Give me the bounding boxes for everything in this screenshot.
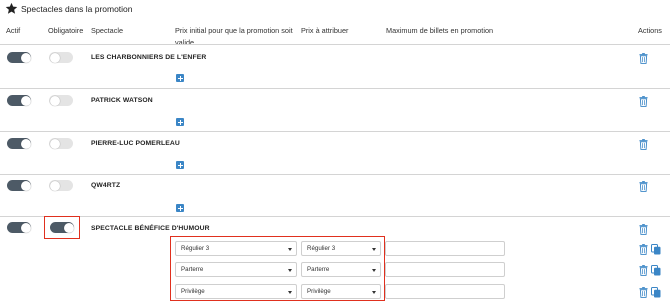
column-header-prix-initial: Prix initial pour que la promotion soit … [175, 25, 293, 49]
actif-toggle[interactable] [7, 222, 31, 233]
copy-icon[interactable] [651, 265, 661, 276]
toggle-knob [49, 95, 60, 106]
trash-icon[interactable] [639, 287, 648, 298]
copy-icon[interactable] [651, 287, 661, 298]
trash-icon[interactable] [639, 139, 648, 150]
row-divider [0, 216, 670, 217]
maximum-billets-input[interactable] [385, 262, 505, 277]
spectacle-name: PIERRE-LUC POMERLEAU [91, 140, 180, 147]
trash-icon[interactable] [639, 181, 648, 192]
actif-toggle[interactable] [7, 95, 31, 106]
toggle-knob [20, 95, 31, 106]
toggle-knob [20, 222, 31, 233]
obligatoire-toggle[interactable] [49, 180, 73, 191]
column-header-obligatoire: Obligatoire [48, 26, 84, 35]
toggle-knob [49, 52, 60, 63]
spectacle-name: QW4RTZ [91, 182, 121, 189]
toggle-knob [49, 180, 60, 191]
column-header-prix-initial-line1: Prix initial pour que la promotion soit [175, 26, 293, 35]
highlight-box-price-selects [170, 236, 385, 301]
row-divider [0, 88, 670, 89]
column-header-prix-attribuer: Prix à attribuer [301, 26, 349, 35]
trash-icon[interactable] [639, 96, 648, 107]
obligatoire-toggle[interactable] [49, 138, 73, 149]
add-price-button[interactable] [176, 161, 184, 169]
toggle-knob [20, 180, 31, 191]
maximum-billets-input[interactable] [385, 284, 505, 299]
obligatoire-toggle[interactable] [49, 95, 73, 106]
row-divider [0, 44, 670, 45]
toggle-knob [20, 138, 31, 149]
obligatoire-toggle[interactable] [49, 52, 73, 63]
spectacle-name: SPECTACLE BÉNÉFICE D'HUMOUR [91, 225, 210, 232]
column-header-actif: Actif [6, 26, 21, 35]
actif-toggle[interactable] [7, 180, 31, 191]
section-title: Spectacles dans la promotion [21, 4, 133, 14]
maximum-billets-input[interactable] [385, 241, 505, 256]
trash-icon[interactable] [639, 224, 648, 235]
copy-icon[interactable] [651, 244, 661, 255]
column-header-maximum: Maximum de billets en promotion [386, 26, 494, 35]
spectacle-name: LES CHARBONNIERS DE L'ENFER [91, 54, 207, 61]
add-price-button[interactable] [176, 74, 184, 82]
column-header-spectacle: Spectacle [91, 26, 124, 35]
row-divider [0, 174, 670, 175]
highlight-box-obligatoire [44, 216, 80, 239]
toggle-knob [49, 138, 60, 149]
trash-icon[interactable] [639, 53, 648, 64]
star-icon [5, 2, 18, 14]
toggle-knob [20, 52, 31, 63]
row-divider [0, 131, 670, 132]
trash-icon[interactable] [639, 244, 648, 255]
actif-toggle[interactable] [7, 52, 31, 63]
add-price-button[interactable] [176, 204, 184, 212]
trash-icon[interactable] [639, 265, 648, 276]
column-header-prix-initial-line2: valide [175, 38, 195, 47]
actif-toggle[interactable] [7, 138, 31, 149]
spectacle-name: PATRICK WATSON [91, 97, 153, 104]
add-price-button[interactable] [176, 118, 184, 126]
column-header-actions: Actions [638, 26, 662, 35]
